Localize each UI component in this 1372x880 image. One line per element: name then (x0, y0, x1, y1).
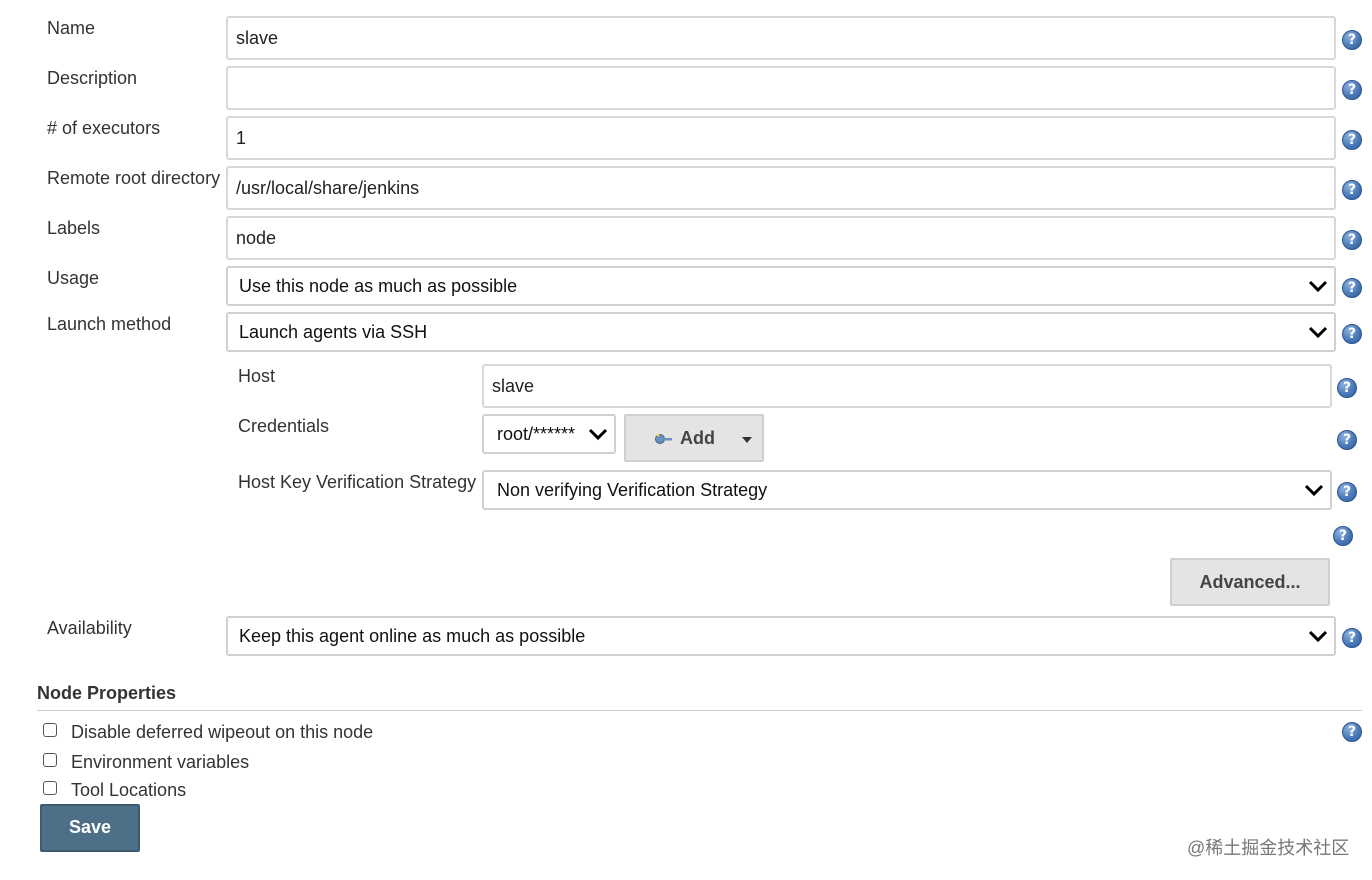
help-icon[interactable]: ? (1342, 80, 1362, 100)
remote-root-label: Remote root directory (47, 168, 221, 188)
host-key-label: Host Key Verification Strategy (238, 472, 477, 492)
credentials-label: Credentials (238, 416, 330, 436)
help-icon[interactable]: ? (1342, 324, 1362, 344)
add-credentials-button[interactable]: Add (624, 414, 764, 462)
chevron-down-icon (1308, 326, 1328, 339)
availability-value: Keep this agent online as much as possib… (239, 626, 586, 646)
watermark: @稀土掘金技术社区 (1187, 838, 1350, 858)
labels-label: Labels (47, 218, 101, 238)
launch-method-value: Launch agents via SSH (239, 322, 428, 342)
help-icon[interactable]: ? (1342, 30, 1362, 50)
node-properties-title: Node Properties (37, 683, 177, 703)
executors-label: # of executors (47, 118, 161, 138)
usage-label: Usage (47, 268, 100, 288)
checkbox-disable-wipeout[interactable] (43, 723, 57, 737)
checkbox-label: Tool Locations (71, 780, 187, 800)
host-input[interactable] (482, 364, 1332, 408)
chevron-down-icon (1308, 630, 1328, 643)
help-icon[interactable]: ? (1342, 278, 1362, 298)
key-icon (655, 433, 672, 444)
host-key-value: Non verifying Verification Strategy (497, 480, 768, 500)
help-icon[interactable]: ? (1337, 378, 1357, 398)
launch-method-select[interactable]: Launch agents via SSH (226, 312, 1336, 352)
description-input[interactable] (226, 66, 1336, 110)
availability-label: Availability (47, 618, 132, 638)
launch-method-label: Launch method (47, 314, 172, 334)
name-input[interactable] (226, 16, 1336, 60)
credentials-value: root/****** (497, 424, 576, 444)
help-icon[interactable]: ? (1342, 722, 1362, 742)
host-label: Host (238, 366, 276, 386)
chevron-down-icon (588, 428, 608, 441)
name-label: Name (47, 18, 96, 38)
advanced-button[interactable]: Advanced... (1170, 558, 1330, 606)
help-icon[interactable]: ? (1333, 526, 1353, 546)
chevron-down-icon (1308, 280, 1328, 293)
help-icon[interactable]: ? (1337, 482, 1357, 502)
checkbox-label: Environment variables (71, 752, 250, 772)
labels-input[interactable] (226, 216, 1336, 260)
caret-down-icon[interactable] (741, 436, 753, 444)
save-button[interactable]: Save (40, 804, 140, 852)
checkbox-environment-variables[interactable] (43, 753, 57, 767)
credentials-select[interactable]: root/****** (482, 414, 616, 454)
usage-value: Use this node as much as possible (239, 276, 518, 296)
description-label: Description (47, 68, 138, 88)
section-divider (37, 710, 1362, 711)
add-label: Add (680, 428, 715, 448)
usage-select[interactable]: Use this node as much as possible (226, 266, 1336, 306)
remote-root-input[interactable] (226, 166, 1336, 210)
executors-input[interactable] (226, 116, 1336, 160)
help-icon[interactable]: ? (1342, 628, 1362, 648)
help-icon[interactable]: ? (1342, 180, 1362, 200)
checkbox-tool-locations[interactable] (43, 781, 57, 795)
host-key-select[interactable]: Non verifying Verification Strategy (482, 470, 1332, 510)
help-icon[interactable]: ? (1342, 130, 1362, 150)
availability-select[interactable]: Keep this agent online as much as possib… (226, 616, 1336, 656)
help-icon[interactable]: ? (1337, 430, 1357, 450)
checkbox-label: Disable deferred wipeout on this node (71, 722, 374, 742)
help-icon[interactable]: ? (1342, 230, 1362, 250)
chevron-down-icon (1304, 484, 1324, 497)
